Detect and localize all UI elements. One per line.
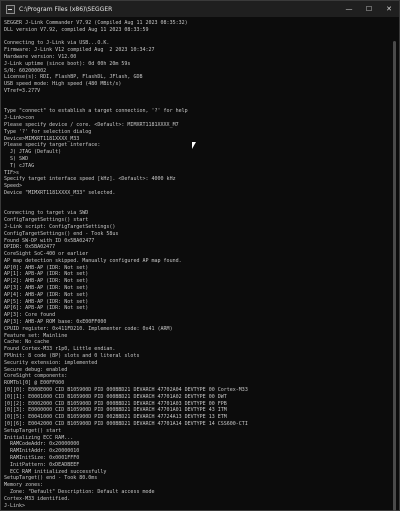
console-line: CPUID register: 0x411FD210. Implementer … [4,325,173,332]
console-line: ECC RAM initialized successfully [4,468,107,475]
vertical-scrollbar[interactable] [390,17,398,511]
console-line: Type '?' for selection dialog [4,128,92,135]
console-line: Feature set: Mainline [4,332,68,339]
console-line: VTref=3.277V [4,87,41,94]
console-line: Cortex-M33 identified. [4,495,71,502]
console-line: Security extension: implemented [4,359,98,366]
console-line: CoreSight components: [4,373,68,380]
console-line: Secure debug: enabled [4,366,68,373]
mouse-pointer-icon [192,142,196,149]
console-line: [0][5]: E0041000 CID B105900D PID 002BBD… [4,414,227,421]
console-line: ConfigTargetSettings() start [4,217,89,224]
console-line: AP map detection skipped. Manually confi… [4,257,182,264]
console-line: SetupTarget() start [4,427,62,434]
scrollbar-thumb[interactable] [393,41,396,511]
console-line: Found Cortex-M33 r1p0, Little endian. [4,346,116,353]
console-line: DPIDR: 0x5BA02477 [4,244,56,251]
console-line: Device "MIMXRT1181XXXX_M33" selected. [4,189,116,196]
console-line: AP[6]: APB-AP (IDR: Not set) [4,305,89,312]
console-line: AP[3]: Core found [4,312,56,319]
console-line: AP[3]: AHB-AP (IDR: Not set) [4,285,89,292]
console-line: Memory zones: [4,482,44,489]
console-line: SEGGER J-Link Commander V7.92 (Compiled … [4,20,188,26]
console-line: Please specify device / core. <Default>:… [4,121,179,128]
console-line: DLL version V7.92, compiled Aug 11 2023 … [4,26,149,33]
console-line: License(s): RDI, FlashBP, FlashDL, JFlas… [4,74,143,81]
console-line: Cache: No cache [4,339,50,346]
console-line: AP[1]: APB-AP (IDR: Not set) [4,271,89,278]
console-line: J-Link> [4,502,26,509]
console-line: AP[0]: AHB-AP (IDR: Not set) [4,264,89,271]
console-line: ConfigTargetSettings() end - Took 58us [4,230,119,237]
console-line: Please specify target interface: [4,142,101,149]
console-line: Specify target interface speed [kHz]. <D… [4,176,176,183]
console-line: [0][0]: E000E000 CID B105900D PID 000BBD… [4,387,248,394]
console-line: TIF>s [4,169,20,176]
console-line: [0][1]: E0001000 CID B105900D PID 000BBD… [4,393,227,400]
console-line: Found SW-DP with ID 0x5BA02477 [4,237,95,244]
console-line: J) JTAG (Default) [4,149,62,156]
console-line: T) cJTAG [4,162,35,169]
console-line: Speed> [4,183,23,190]
console-line: AP[2]: AHB-AP (IDR: Not set) [4,278,89,285]
console-line: Hardware version: V12.00 [4,53,77,60]
console-line: [0][2]: E0002000 CID B105900D PID 000BBD… [4,400,227,407]
console-line: Firmware: J-Link V12 compiled Aug 2 2023… [4,47,155,54]
console-line: ROMTbl[0] @ E00FF000 [4,380,65,387]
console-line: J-Link uptime (since boot): 0d 00h 20m 5… [4,60,131,67]
terminal-icon [6,4,15,14]
console-line: J-Link script: ConfigTargetSettings() [4,223,116,230]
console-output[interactable]: SEGGER J-Link Commander V7.92 (Compiled … [4,20,388,510]
console-line: AP[5]: AHB-AP (IDR: Not set) [4,298,89,305]
console-line: Connecting to J-Link via USB...O.K. [4,40,110,47]
console-line: [0][6]: E0042000 CID B105900D PID 000BBD… [4,421,248,428]
console-line: Type "connect" to establish a target con… [4,108,188,115]
console-line: RAMInitAddr: 0x20000010 [4,448,80,455]
terminal-window: C:\Program Files (x86)\SEGGER — ☐ ✕ SEGG… [0,0,400,511]
console-line: RAMCodeAddr: 0x20000000 [4,441,80,448]
console-line: Initializing ECC RAM... [4,434,74,441]
console-line: USB speed mode: High speed (480 MBit/s) [4,81,122,88]
close-button[interactable]: ✕ [379,1,399,17]
console-line: AP[4]: AHB-AP (IDR: Not set) [4,291,89,298]
minimize-button[interactable]: — [339,1,359,17]
console-line: AP[3]: AHB-AP ROM base: 0xE00FF000 [4,319,107,326]
console-line: RAMInitSize: 0x0001FFF0 [4,455,80,461]
title-bar[interactable]: C:\Program Files (x86)\SEGGER — ☐ ✕ [1,1,399,17]
console-line: Device>MIMXRT1181XXXX_M33 [4,135,80,142]
console-line: S) SWD [4,155,29,162]
console-line: Zone: "Default" Description: Default acc… [4,488,155,495]
console-line: J-Link>con [4,115,35,122]
console-line: [0][3]: E0000000 CID B105900D PID 000BBD… [4,407,227,414]
console-line: S/N: 602000002 [4,67,47,74]
console-line: FPUnit: 8 code (BP) slots and 0 literal … [4,353,140,360]
console-line: CoreSight SoC-400 or earlier [4,251,89,258]
console-line: InitPattern: 0xDEADBEEF [4,461,80,468]
console-line: SetupTarget() end - Took 80.0ms [4,475,98,482]
maximize-button[interactable]: ☐ [359,1,379,17]
console-line: Connecting to target via SWD [4,210,89,217]
window-title: C:\Program Files (x86)\SEGGER [19,5,113,13]
